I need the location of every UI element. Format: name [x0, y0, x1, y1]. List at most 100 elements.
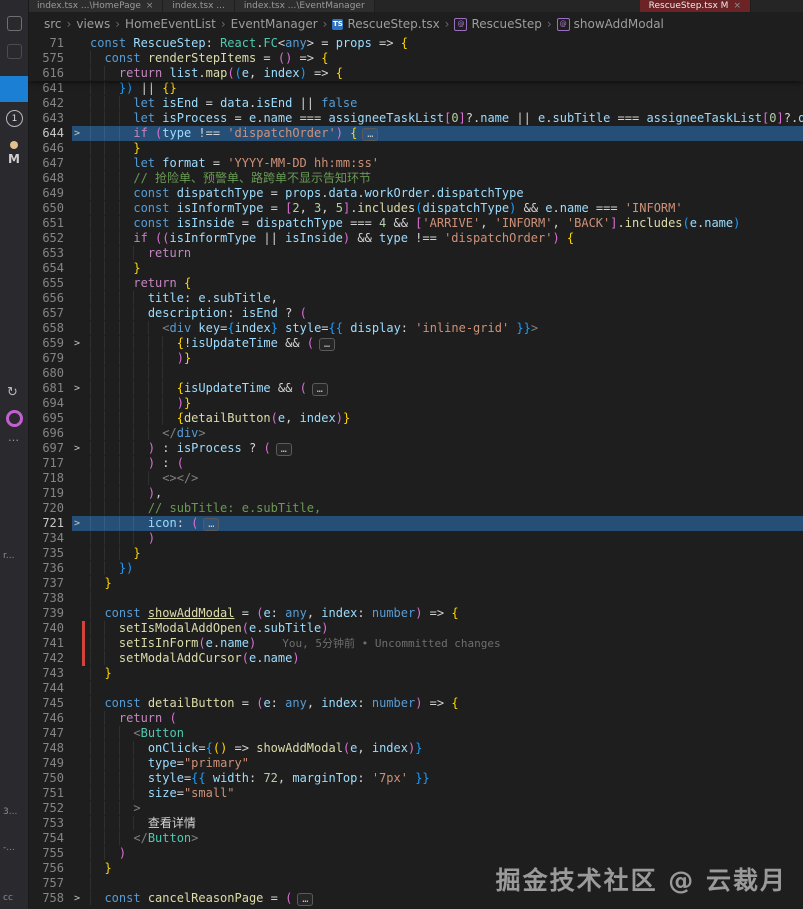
line-number[interactable]: 745: [28, 696, 72, 711]
code-line-616[interactable]: 616 return list.map((e, index) => {: [28, 66, 803, 81]
fold-chevron-icon[interactable]: >: [74, 381, 80, 396]
line-number[interactable]: 642: [28, 96, 72, 111]
close-icon[interactable]: ×: [146, 1, 154, 11]
code-line-745[interactable]: 745 const detailButton = (e: any, index:…: [28, 696, 803, 711]
code-line-680[interactable]: 680: [28, 366, 803, 381]
line-number[interactable]: 656: [28, 291, 72, 306]
line-number[interactable]: 721: [28, 516, 72, 531]
code-line-717[interactable]: 717 ) : (: [28, 456, 803, 471]
line-number[interactable]: 648: [28, 171, 72, 186]
line-number[interactable]: 650: [28, 201, 72, 216]
code-line-649[interactable]: 649 const dispatchType = props.data.work…: [28, 186, 803, 201]
line-number[interactable]: 748: [28, 741, 72, 756]
line-number[interactable]: 696: [28, 426, 72, 441]
line-number[interactable]: 741: [28, 636, 72, 651]
code-line-657[interactable]: 657 description: isEnd ? (: [28, 306, 803, 321]
code-line-747[interactable]: 747 <Button: [28, 726, 803, 741]
code-line-736[interactable]: 736 }): [28, 561, 803, 576]
breadcrumb-item-views[interactable]: views: [76, 17, 110, 31]
line-number[interactable]: 659: [28, 336, 72, 351]
code-line-642[interactable]: 642 let isEnd = data.isEnd || false: [28, 96, 803, 111]
code-line-641[interactable]: 641 }) || {}: [28, 81, 803, 96]
code-line-752[interactable]: 752 >: [28, 801, 803, 816]
fold-gutter[interactable]: >: [72, 891, 87, 906]
line-number[interactable]: 734: [28, 531, 72, 546]
breadcrumb-item-symbol-rescuestep[interactable]: RescueStep: [471, 17, 541, 31]
line-number[interactable]: 644: [28, 126, 72, 141]
code-line-647[interactable]: 647 let format = 'YYYY-MM-DD hh:mm:ss': [28, 156, 803, 171]
active-activity-item[interactable]: [0, 76, 28, 102]
code-line-757[interactable]: 757: [28, 876, 803, 891]
line-number[interactable]: 755: [28, 846, 72, 861]
fold-chevron-icon[interactable]: >: [74, 336, 80, 351]
line-number[interactable]: 744: [28, 681, 72, 696]
line-number[interactable]: 680: [28, 366, 72, 381]
code-line-746[interactable]: 746 return (: [28, 711, 803, 726]
sidebar-truncated-label[interactable]: cc: [3, 893, 13, 903]
collapsed-region-badge[interactable]: …: [203, 518, 219, 531]
tab-index-eventmanager[interactable]: index.tsx ...\EventManager: [235, 0, 375, 12]
line-number[interactable]: 737: [28, 576, 72, 591]
line-number[interactable]: 720: [28, 501, 72, 516]
code-line-653[interactable]: 653 return: [28, 246, 803, 261]
sidebar-truncated-label[interactable]: r...: [3, 551, 14, 561]
sync-icon[interactable]: ↻: [7, 385, 18, 400]
code-line-741[interactable]: 741 setIsInForm(e.name)You, 5分钟前 • Uncom…: [28, 636, 803, 651]
code-line-719[interactable]: 719 ),: [28, 486, 803, 501]
line-number[interactable]: 651: [28, 216, 72, 231]
code-area[interactable]: 641 }) || {}642 let isEnd = data.isEnd |…: [28, 81, 803, 906]
code-line-750[interactable]: 750 style={{ width: 72, marginTop: '7px'…: [28, 771, 803, 786]
code-line-658[interactable]: 658 <div key={index} style={{ display: '…: [28, 321, 803, 336]
fold-gutter[interactable]: >: [72, 441, 87, 456]
code-line-656[interactable]: 656 title: e.subTitle,: [28, 291, 803, 306]
sidebar-truncated-label[interactable]: 3...: [3, 807, 17, 817]
code-line-679[interactable]: 679 )}: [28, 351, 803, 366]
line-number[interactable]: 757: [28, 876, 72, 891]
line-number[interactable]: 647: [28, 156, 72, 171]
line-number[interactable]: 742: [28, 651, 72, 666]
code-line-755[interactable]: 755 ): [28, 846, 803, 861]
code-line-651[interactable]: 651 const isInside = dispatchType === 4 …: [28, 216, 803, 231]
line-number[interactable]: 71: [28, 36, 72, 51]
code-line-575[interactable]: 575 const renderStepItems = () => {: [28, 51, 803, 66]
line-number[interactable]: 616: [28, 66, 72, 81]
code-line-695[interactable]: 695 {detailButton(e, index)}: [28, 411, 803, 426]
breadcrumb-item-src[interactable]: src: [44, 17, 62, 31]
breadcrumb-item-homeeventlist[interactable]: HomeEventList: [125, 17, 216, 31]
code-line-648[interactable]: 648 // 抢险单、预警单、路跨单不显示告知环节: [28, 171, 803, 186]
fold-chevron-icon[interactable]: >: [74, 441, 80, 456]
explorer-icon[interactable]: [7, 16, 22, 31]
line-number[interactable]: 646: [28, 141, 72, 156]
code-line-742[interactable]: 742 setModalAddCursor(e.name): [28, 651, 803, 666]
collapsed-region-badge[interactable]: …: [276, 443, 292, 456]
code-line-743[interactable]: 743 }: [28, 666, 803, 681]
code-line-737[interactable]: 737 }: [28, 576, 803, 591]
code-line-71[interactable]: 71const RescueStep: React.FC<any> = prop…: [28, 36, 803, 51]
fold-gutter[interactable]: >: [72, 336, 87, 351]
code-line-655[interactable]: 655 return {: [28, 276, 803, 291]
line-number[interactable]: 756: [28, 861, 72, 876]
code-line-697[interactable]: 697> ) : isProcess ? (…: [28, 441, 803, 456]
code-line-735[interactable]: 735 }: [28, 546, 803, 561]
line-number[interactable]: 649: [28, 186, 72, 201]
code-line-758[interactable]: 758> const cancelReasonPage = (…: [28, 891, 803, 906]
collapsed-region-badge[interactable]: …: [362, 128, 378, 141]
code-line-720[interactable]: 720 // subTitle: e.subTitle,: [28, 501, 803, 516]
line-number[interactable]: 679: [28, 351, 72, 366]
sidebar-truncated-label[interactable]: -...: [3, 843, 15, 853]
search-icon[interactable]: [7, 44, 22, 59]
line-number[interactable]: 681: [28, 381, 72, 396]
line-number[interactable]: 697: [28, 441, 72, 456]
fold-gutter[interactable]: >: [72, 516, 87, 531]
line-number[interactable]: 758: [28, 891, 72, 906]
code-line-734[interactable]: 734 ): [28, 531, 803, 546]
code-line-652[interactable]: 652 if ((isInformType || isInside) && ty…: [28, 231, 803, 246]
code-line-753[interactable]: 753 查看详情: [28, 816, 803, 831]
code-line-646[interactable]: 646 }: [28, 141, 803, 156]
breadcrumb-item-symbol-showaddmodal[interactable]: showAddModal: [574, 17, 664, 31]
code-line-650[interactable]: 650 const isInformType = [2, 3, 5].inclu…: [28, 201, 803, 216]
tab-rescuestep-active[interactable]: RescueStep.tsx M ×: [640, 0, 751, 12]
collapsed-region-badge[interactable]: …: [297, 893, 313, 906]
fold-gutter[interactable]: >: [72, 126, 87, 141]
line-number[interactable]: 718: [28, 471, 72, 486]
